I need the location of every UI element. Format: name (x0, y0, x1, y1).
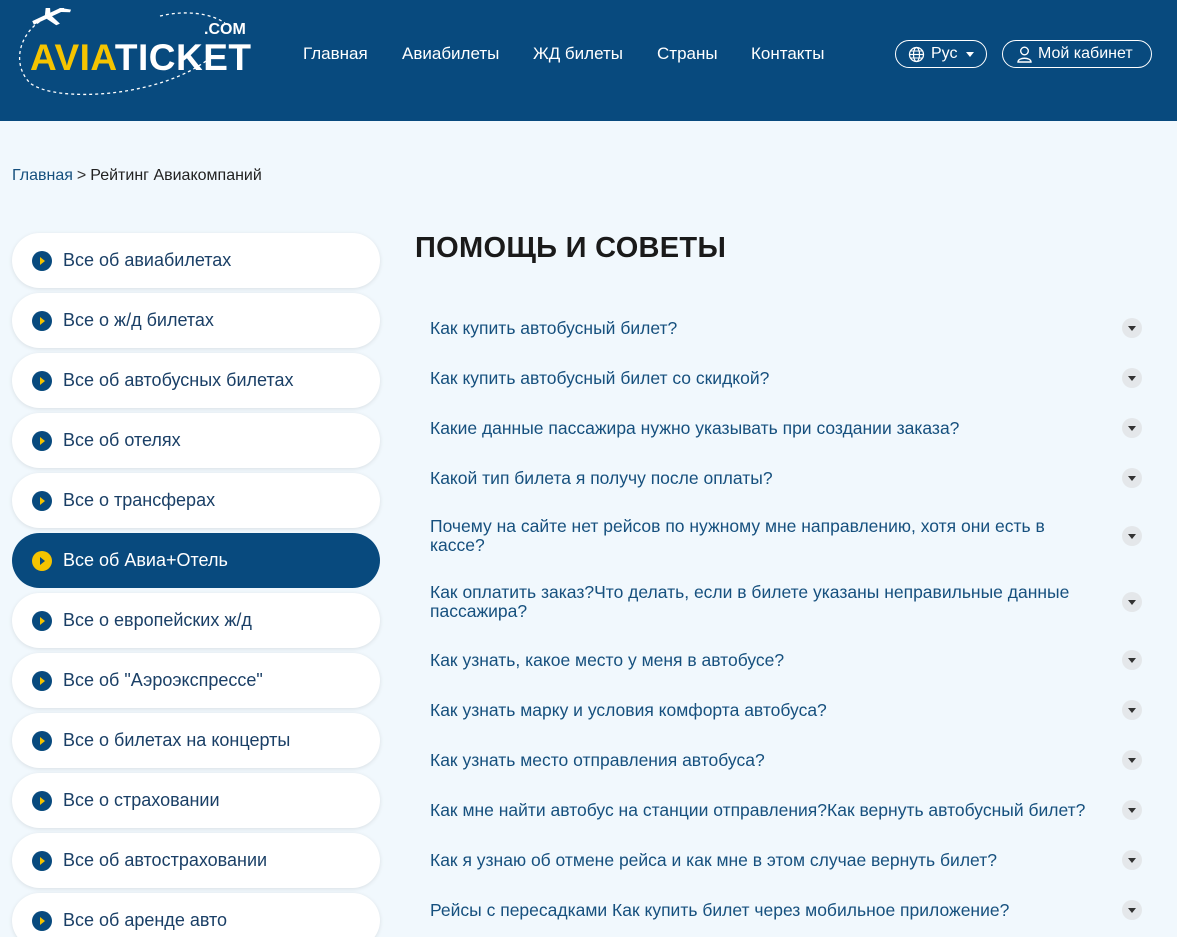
faq-question: Как купить автобусный билет? (430, 317, 678, 338)
arrow-bullet-icon (32, 670, 52, 691)
chevron-down-icon (1122, 850, 1142, 870)
airplane-icon (32, 8, 72, 26)
site-header: AVIATICKET .COM Главная Авиабилеты ЖД би… (0, 0, 1177, 121)
chevron-down-icon (1122, 418, 1142, 438)
language-selector[interactable]: Рус (895, 40, 987, 68)
sidebar-item-flights[interactable]: Все об авиабилетах (12, 233, 380, 288)
sidebar-item-concerts[interactable]: Все о билетах на концерты (12, 713, 380, 768)
language-label: Рус (931, 45, 958, 62)
sidebar-item-label: Все об автобусных билетах (63, 370, 294, 390)
account-label: Мой кабинет (1038, 45, 1133, 62)
faq-question: Какие данные пассажира нужно указывать п… (430, 417, 960, 438)
arrow-bullet-icon (32, 910, 52, 931)
page-title: ПОМОЩЬ И СОВЕТЫ (415, 232, 727, 264)
breadcrumb-separator: > (76, 167, 87, 184)
arrow-bullet-icon (32, 610, 52, 631)
faq-question: Как купить автобусный билет со скидкой? (430, 367, 770, 388)
sidebar-item-transfers[interactable]: Все о трансферах (12, 473, 380, 528)
faq-item[interactable]: Как купить автобусный билет? (430, 318, 1142, 338)
faq-item[interactable]: Как мне найти автобус на станции отправл… (430, 800, 1142, 820)
nav-link-flights[interactable]: Авиабилеты (402, 44, 499, 64)
nav-link-contacts[interactable]: Контакты (751, 44, 824, 64)
faq-question: Как узнать, какое место у меня в автобус… (430, 649, 785, 670)
chevron-down-icon (965, 51, 974, 57)
user-icon (1017, 46, 1032, 63)
logo-ticket-text: TICKET (114, 37, 252, 78)
breadcrumb: Главная > Рейтинг Авиакомпаний (12, 167, 262, 185)
nav-link-trains[interactable]: ЖД билеты (533, 44, 623, 64)
nav-link-home[interactable]: Главная (303, 44, 368, 64)
faq-question: Как узнать место отправления автобуса? (430, 749, 765, 770)
sidebar-item-label: Все об отелях (63, 430, 181, 450)
sidebar-item-car-rental[interactable]: Все об аренде авто (12, 893, 380, 937)
sidebar-item-label: Все об автостраховании (63, 850, 268, 870)
sidebar-item-european-rail[interactable]: Все о европейских ж/д (12, 593, 380, 648)
arrow-bullet-icon (32, 430, 52, 451)
chevron-down-icon (1122, 650, 1142, 670)
chevron-down-icon (1122, 468, 1142, 488)
sidebar-item-label: Все о страховании (63, 790, 220, 810)
arrow-bullet-icon (32, 550, 52, 571)
chevron-down-icon (1122, 592, 1142, 612)
faq-item[interactable]: Какие данные пассажира нужно указывать п… (430, 418, 1142, 438)
sidebar-item-label: Все об "Аэроэкспрессе" (63, 670, 263, 690)
faq-question: Как я узнаю об отмене рейса и как мне в … (430, 849, 997, 870)
arrow-bullet-icon (32, 730, 52, 751)
arrow-bullet-icon (32, 310, 52, 331)
logo-domain-text: .COM (204, 21, 246, 38)
faq-item[interactable]: Почему на сайте нет рейсов по нужному мн… (430, 517, 1142, 555)
faq-question: Как оплатить заказ?Что делать, если в би… (430, 582, 1070, 621)
sidebar-item-label: Все об авиабилетах (63, 250, 232, 270)
faq-question: Как мне найти автобус на станции отправл… (430, 799, 1086, 820)
logo-avia-text: AVIA (30, 37, 115, 78)
arrow-bullet-icon (32, 490, 52, 511)
sidebar-item-insurance[interactable]: Все о страховании (12, 773, 380, 828)
faq-question: Какой тип билета я получу после оплаты? (430, 467, 773, 488)
sidebar-item-label: Все о ж/д билетах (63, 310, 214, 330)
sidebar-item-flight-hotel[interactable]: Все об Авиа+Отель (12, 533, 380, 588)
sidebar-item-buses[interactable]: Все об автобусных билетах (12, 353, 380, 408)
faq-question: Как узнать марку и условия комфорта авто… (430, 699, 827, 720)
arrow-bullet-icon (32, 370, 52, 391)
sidebar-item-hotels[interactable]: Все об отелях (12, 413, 380, 468)
chevron-down-icon (1122, 750, 1142, 770)
sidebar-item-label: Все о билетах на концерты (63, 730, 291, 750)
sidebar-item-aeroexpress[interactable]: Все об "Аэроэкспрессе" (12, 653, 380, 708)
sidebar-item-label: Все о трансферах (63, 490, 216, 510)
chevron-down-icon (1122, 900, 1142, 920)
breadcrumb-current: Рейтинг Авиакомпаний (90, 167, 262, 184)
faq-item[interactable]: Как купить автобусный билет со скидкой? (430, 368, 1142, 388)
faq-item[interactable]: Какой тип билета я получу после оплаты? (430, 468, 1142, 488)
sidebar-item-trains[interactable]: Все о ж/д билетах (12, 293, 380, 348)
faq-item[interactable]: Как оплатить заказ?Что делать, если в би… (430, 583, 1142, 621)
faq-item[interactable]: Как узнать марку и условия комфорта авто… (430, 700, 1142, 720)
globe-icon (908, 46, 925, 62)
account-button[interactable]: Мой кабинет (1002, 40, 1152, 68)
faq-question: Рейсы с пересадками Как купить билет чер… (430, 899, 1010, 920)
breadcrumb-home-link[interactable]: Главная (12, 167, 73, 184)
faq-item[interactable]: Рейсы с пересадками Как купить билет чер… (430, 900, 1142, 920)
faq-question: Почему на сайте нет рейсов по нужному мн… (430, 516, 1045, 555)
chevron-down-icon (1122, 368, 1142, 388)
arrow-bullet-icon (32, 850, 52, 871)
faq-item[interactable]: Как узнать место отправления автобуса? (430, 750, 1142, 770)
sidebar-item-label: Все о европейских ж/д (63, 610, 252, 630)
faq-item[interactable]: Как я узнаю об отмене рейса и как мне в … (430, 850, 1142, 870)
sidebar-item-label: Все об Авиа+Отель (63, 550, 228, 570)
faq-item[interactable]: Как узнать, какое место у меня в автобус… (430, 650, 1142, 670)
chevron-down-icon (1122, 526, 1142, 546)
nav-link-countries[interactable]: Страны (657, 44, 718, 64)
chevron-down-icon (1122, 318, 1142, 338)
sidebar-item-car-insurance[interactable]: Все об автостраховании (12, 833, 380, 888)
aviaticket-logo[interactable]: AVIATICKET .COM (10, 8, 251, 98)
arrow-bullet-icon (32, 790, 52, 811)
sidebar-item-label: Все об аренде авто (63, 910, 228, 930)
chevron-down-icon (1122, 700, 1142, 720)
chevron-down-icon (1122, 800, 1142, 820)
arrow-bullet-icon (32, 250, 52, 271)
logo-wordmark: AVIATICKET (30, 38, 252, 78)
